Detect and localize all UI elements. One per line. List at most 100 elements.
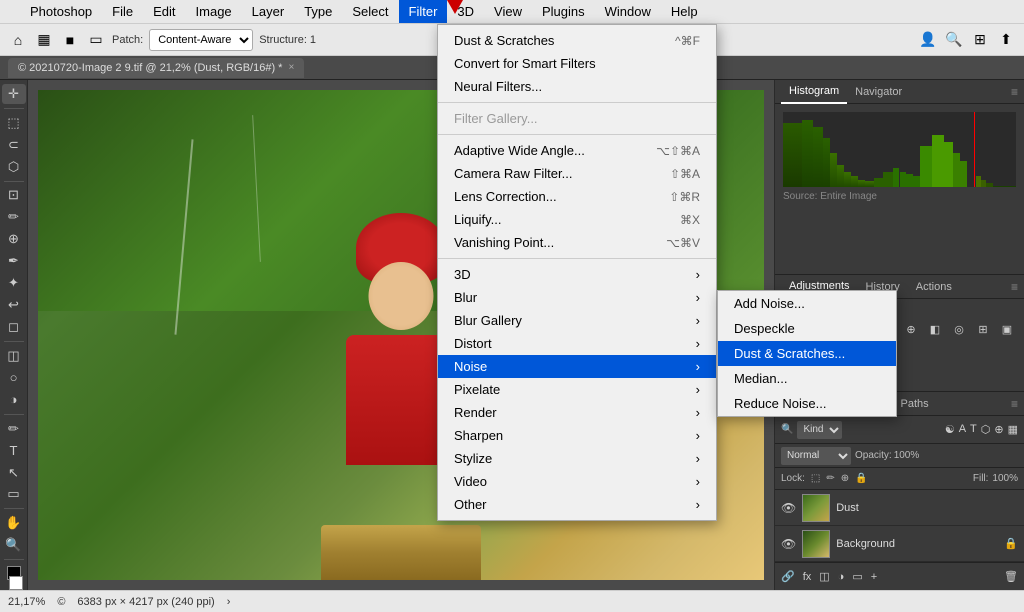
noise-reduce-noise[interactable]: Reduce Noise...: [718, 391, 896, 416]
menu-filter-stylize[interactable]: Stylize: [438, 447, 716, 470]
hand-tool[interactable]: ✋: [2, 513, 26, 533]
tab-paths[interactable]: Paths: [893, 392, 937, 416]
menu-filter-convert-smart[interactable]: Convert for Smart Filters: [438, 52, 716, 75]
search-icon[interactable]: 🔍: [944, 30, 964, 50]
lock-pixels-icon[interactable]: ⬚: [811, 473, 820, 484]
menu-filter-distort[interactable]: Distort: [438, 332, 716, 355]
noise-dust-scratches[interactable]: Dust & Scratches...: [718, 341, 896, 366]
new-layer-icon[interactable]: +: [871, 571, 877, 583]
layers-panel-menu[interactable]: ≡: [1011, 397, 1018, 411]
color-lookup-icon[interactable]: ▣: [997, 319, 1017, 339]
noise-despeckle[interactable]: Despeckle: [718, 316, 896, 341]
history-brush-tool[interactable]: ↩: [2, 295, 26, 315]
menu-edit[interactable]: Edit: [143, 0, 185, 23]
spot-heal-tool[interactable]: ⊕: [2, 229, 26, 249]
layer-row-dust[interactable]: 👁 Dust: [775, 490, 1024, 526]
menu-help[interactable]: Help: [661, 0, 708, 23]
clone-stamp-tool[interactable]: ✦: [2, 273, 26, 293]
menu-image[interactable]: Image: [186, 0, 242, 23]
eraser-tool[interactable]: ◻: [2, 317, 26, 337]
move-tool[interactable]: ✛: [2, 84, 26, 104]
dodge-tool[interactable]: ◑: [2, 390, 26, 410]
document-tab[interactable]: © 20210720-Image 2 9.tif @ 21,2% (Dust, …: [8, 58, 304, 78]
noise-add-noise[interactable]: Add Noise...: [718, 291, 896, 316]
menu-select[interactable]: Select: [342, 0, 398, 23]
layer-row-background[interactable]: 👁 Background 🔒: [775, 526, 1024, 562]
layer-icon-5[interactable]: ⊕: [994, 423, 1003, 436]
menu-filter-pixelate[interactable]: Pixelate: [438, 378, 716, 401]
shape-tool[interactable]: ▭: [2, 485, 26, 505]
menu-filter-blur[interactable]: Blur: [438, 286, 716, 309]
menu-filter[interactable]: Filter: [399, 0, 448, 23]
layer-eye-dust[interactable]: 👁: [781, 501, 796, 515]
background-color-swatch[interactable]: [9, 576, 23, 590]
gradient-tool[interactable]: ◫: [2, 346, 26, 366]
bw-icon[interactable]: ◧: [925, 319, 945, 339]
menu-filter-render[interactable]: Render: [438, 401, 716, 424]
lock-position-icon[interactable]: 🔒: [855, 473, 867, 484]
menu-filter-sharpen[interactable]: Sharpen: [438, 424, 716, 447]
menu-filter-blur-gallery[interactable]: Blur Gallery: [438, 309, 716, 332]
share-icon[interactable]: ⬆: [996, 30, 1016, 50]
menu-file[interactable]: File: [102, 0, 143, 23]
status-nav-arrow[interactable]: ›: [227, 596, 231, 608]
layer-eye-background[interactable]: 👁: [781, 537, 796, 551]
menu-view[interactable]: View: [484, 0, 532, 23]
new-adjustment-icon[interactable]: ◑: [838, 571, 845, 583]
menu-filter-camera-raw[interactable]: Camera Raw Filter... ⇧⌘A: [438, 162, 716, 185]
tab-close-button[interactable]: ×: [288, 62, 294, 73]
layer-icon-6[interactable]: ▦: [1008, 423, 1018, 436]
menu-filter-vanishing-point[interactable]: Vanishing Point... ⌥⌘V: [438, 231, 716, 254]
menu-layer[interactable]: Layer: [242, 0, 295, 23]
new-group-icon[interactable]: ▭: [852, 570, 862, 583]
marquee-icon[interactable]: ▦: [34, 30, 54, 50]
photo-filter-icon[interactable]: ◎: [949, 319, 969, 339]
blur-tool[interactable]: ○: [2, 368, 26, 388]
layer-icon-4[interactable]: ⬡: [981, 423, 991, 436]
noise-median[interactable]: Median...: [718, 366, 896, 391]
add-style-icon[interactable]: fx: [803, 571, 812, 583]
add-mask-icon[interactable]: ◫: [819, 570, 829, 583]
fill-value[interactable]: 100%: [992, 473, 1018, 484]
delete-layer-icon[interactable]: 🗑: [1004, 570, 1018, 583]
tab-navigator[interactable]: Navigator: [847, 80, 910, 104]
menu-filter-neural[interactable]: Neural Filters...: [438, 75, 716, 98]
menu-filter-other[interactable]: Other: [438, 493, 716, 516]
menu-filter-liquify[interactable]: Liquify... ⌘X: [438, 208, 716, 231]
lock-paint-icon[interactable]: ✏: [826, 473, 834, 484]
zoom-tool[interactable]: 🔍: [2, 535, 26, 555]
home-icon[interactable]: ⌂: [8, 30, 28, 50]
menu-filter-adaptive-wide[interactable]: Adaptive Wide Angle... ⌥⇧⌘A: [438, 139, 716, 162]
lasso-tool[interactable]: ⊂: [2, 135, 26, 155]
menu-filter-dust-scratches-top[interactable]: Dust & Scratches ^⌘F: [438, 29, 716, 52]
pen-tool[interactable]: ✏: [2, 419, 26, 439]
channel-mix-icon[interactable]: ⊞: [973, 319, 993, 339]
lock-artboard-icon[interactable]: ⊕: [841, 473, 849, 484]
path-select-tool[interactable]: ↖: [2, 463, 26, 483]
menu-plugins[interactable]: Plugins: [532, 0, 595, 23]
menu-type[interactable]: Type: [294, 0, 342, 23]
blend-mode-select[interactable]: Normal Multiply Screen: [781, 447, 851, 465]
user-account-icon[interactable]: 👤: [918, 30, 938, 50]
layer-icon-2[interactable]: A: [959, 423, 966, 436]
menu-filter-video[interactable]: Video: [438, 470, 716, 493]
object-select-tool[interactable]: ⬡: [2, 157, 26, 177]
tab-actions[interactable]: Actions: [908, 275, 960, 299]
marquee-tool[interactable]: ⬚: [2, 113, 26, 133]
layer-icon-3[interactable]: T: [970, 423, 977, 436]
arrange-icon[interactable]: ⊞: [970, 30, 990, 50]
menu-window[interactable]: Window: [595, 0, 661, 23]
link-layers-icon[interactable]: 🔗: [781, 570, 795, 583]
patch-select[interactable]: Content-Aware Normal: [149, 29, 253, 51]
menu-filter-3d[interactable]: 3D: [438, 263, 716, 286]
menu-filter-noise[interactable]: Noise: [438, 355, 716, 378]
kind-select[interactable]: Kind: [797, 421, 842, 439]
opacity-value[interactable]: 100%: [894, 450, 920, 461]
crop-tool[interactable]: ⊡: [2, 185, 26, 205]
histogram-panel-menu[interactable]: ≡: [1011, 85, 1018, 99]
menu-photoshop[interactable]: Photoshop: [20, 0, 102, 23]
adjustments-panel-menu[interactable]: ≡: [1011, 280, 1018, 294]
text-tool[interactable]: T: [2, 441, 26, 461]
tab-histogram[interactable]: Histogram: [781, 80, 847, 104]
eyedropper-tool[interactable]: ✏: [2, 207, 26, 227]
